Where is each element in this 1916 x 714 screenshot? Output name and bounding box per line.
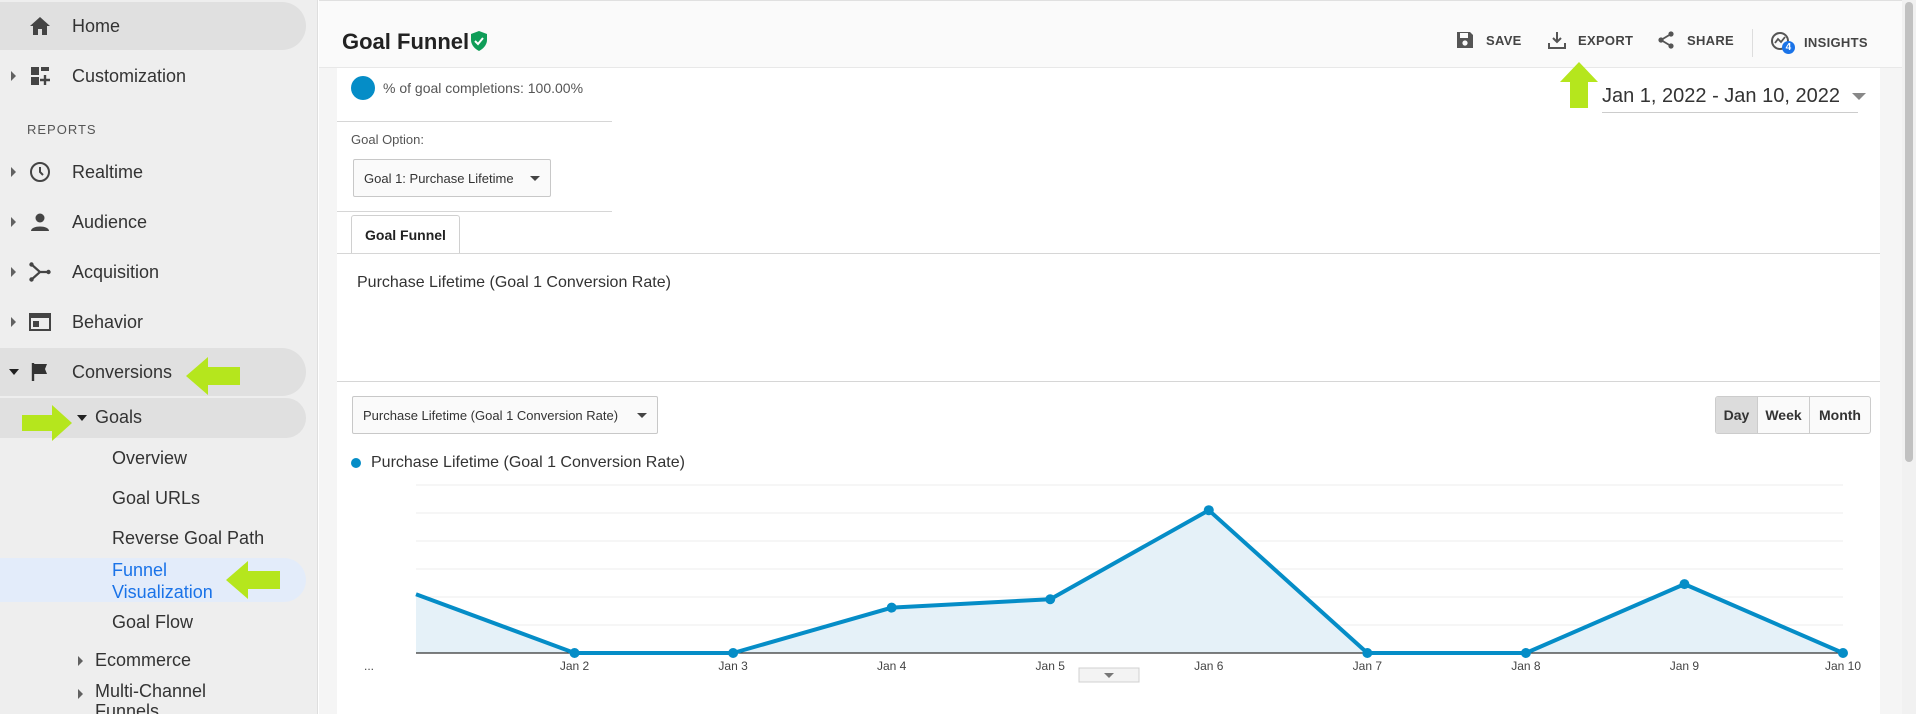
x-tick-label: Jan 6	[1194, 659, 1224, 673]
data-point	[1520, 648, 1531, 658]
sidebar-item-label: Home	[72, 15, 121, 36]
acquisition-icon	[28, 260, 52, 284]
sidebar-item-label: Goals	[95, 407, 143, 427]
data-point	[1838, 648, 1848, 658]
chevron-right-icon	[78, 656, 83, 666]
highlight-arrow-icon	[186, 357, 240, 395]
dashboard-plus-icon	[28, 64, 52, 88]
sidebar-item-behavior[interactable]: Behavior	[0, 298, 306, 346]
sidebar-item-home[interactable]: Home	[0, 2, 306, 50]
data-point	[886, 602, 897, 613]
sidebar: Home Customization REPORTS Realtime Audi…	[0, 0, 318, 714]
chevron-down-icon	[77, 415, 87, 421]
chevron-down-icon	[9, 369, 19, 375]
app: Home Customization REPORTS Realtime Audi…	[0, 0, 1916, 714]
data-point	[1203, 505, 1214, 516]
data-point	[569, 648, 580, 658]
chevron-right-icon	[11, 317, 16, 327]
x-tick-label: Jan 4	[877, 659, 907, 673]
x-tick-label: Jan 7	[1353, 659, 1383, 673]
flag-icon	[28, 360, 52, 384]
highlight-arrow-icon	[226, 561, 280, 599]
x-tick-label: Jan 3	[718, 659, 748, 673]
x-tick-label: ...	[364, 659, 374, 673]
x-tick-label: Jan 9	[1670, 659, 1700, 673]
reports-heading: REPORTS	[27, 122, 97, 137]
sidebar-item-label: Funnel	[112, 560, 168, 580]
sidebar-item-label: Ecommerce	[95, 650, 192, 670]
sidebar-item-conversions[interactable]: Conversions	[0, 348, 306, 396]
chevron-right-icon	[11, 71, 16, 81]
x-tick-label: Jan 8	[1511, 659, 1541, 673]
sidebar-item-label: Funnels	[95, 701, 160, 714]
sidebar-item-acquisition[interactable]: Acquisition	[0, 248, 306, 296]
clock-icon	[28, 160, 52, 184]
x-tick-label: Jan 2	[560, 659, 590, 673]
sidebar-item-label: Customization	[72, 65, 187, 86]
chevron-right-icon	[11, 217, 16, 227]
highlight-arrow-icon	[22, 405, 72, 441]
sidebar-item-label: Audience	[72, 211, 148, 232]
conversion-rate-chart: ... Jan 2 Jan 3 Jan 4 Jan 5 Jan 6 Jan 7 Jan 8 Ja…	[364, 484, 1861, 683]
sidebar-item-realtime[interactable]: Realtime	[0, 148, 306, 196]
data-point	[1045, 594, 1056, 605]
sidebar-item-label: Multi-Channel	[95, 681, 207, 701]
series-area	[416, 510, 1843, 653]
chevron-right-icon	[78, 689, 83, 699]
sidebar-item-audience[interactable]: Audience	[0, 198, 306, 246]
person-icon	[28, 210, 52, 234]
x-tick-label: Jan 10	[1825, 659, 1861, 673]
sidebar-item-label: Visualization	[112, 582, 213, 602]
data-point	[728, 648, 739, 658]
chevron-right-icon	[11, 167, 16, 177]
sidebar-item-goal-flow[interactable]: Goal Flow	[112, 602, 193, 642]
sidebar-item-overview[interactable]: Overview	[112, 438, 187, 478]
browser-window-icon	[28, 310, 52, 334]
sidebar-item-label: Acquisition	[72, 261, 160, 282]
chevron-right-icon	[11, 267, 16, 277]
sidebar-item-goal-urls[interactable]: Goal URLs	[112, 478, 200, 518]
sidebar-item-label: Conversions	[72, 361, 173, 382]
home-icon	[28, 14, 52, 38]
data-point	[1679, 579, 1690, 590]
sidebar-item-customization[interactable]: Customization	[0, 52, 306, 100]
sidebar-item-label: Realtime	[72, 161, 144, 182]
scrollbar-thumb[interactable]	[1905, 2, 1913, 462]
sidebar-item-reverse-goal-path[interactable]: Reverse Goal Path	[112, 518, 264, 558]
sidebar-item-label: Behavior	[72, 311, 144, 332]
vertical-scrollbar[interactable]	[1902, 0, 1916, 714]
x-tick-label: Jan 5	[1036, 659, 1066, 673]
data-point	[1362, 648, 1373, 658]
main-content: Goal Funnel SAVE EXPORT SHARE 4 INSIGHTS…	[319, 0, 1916, 714]
